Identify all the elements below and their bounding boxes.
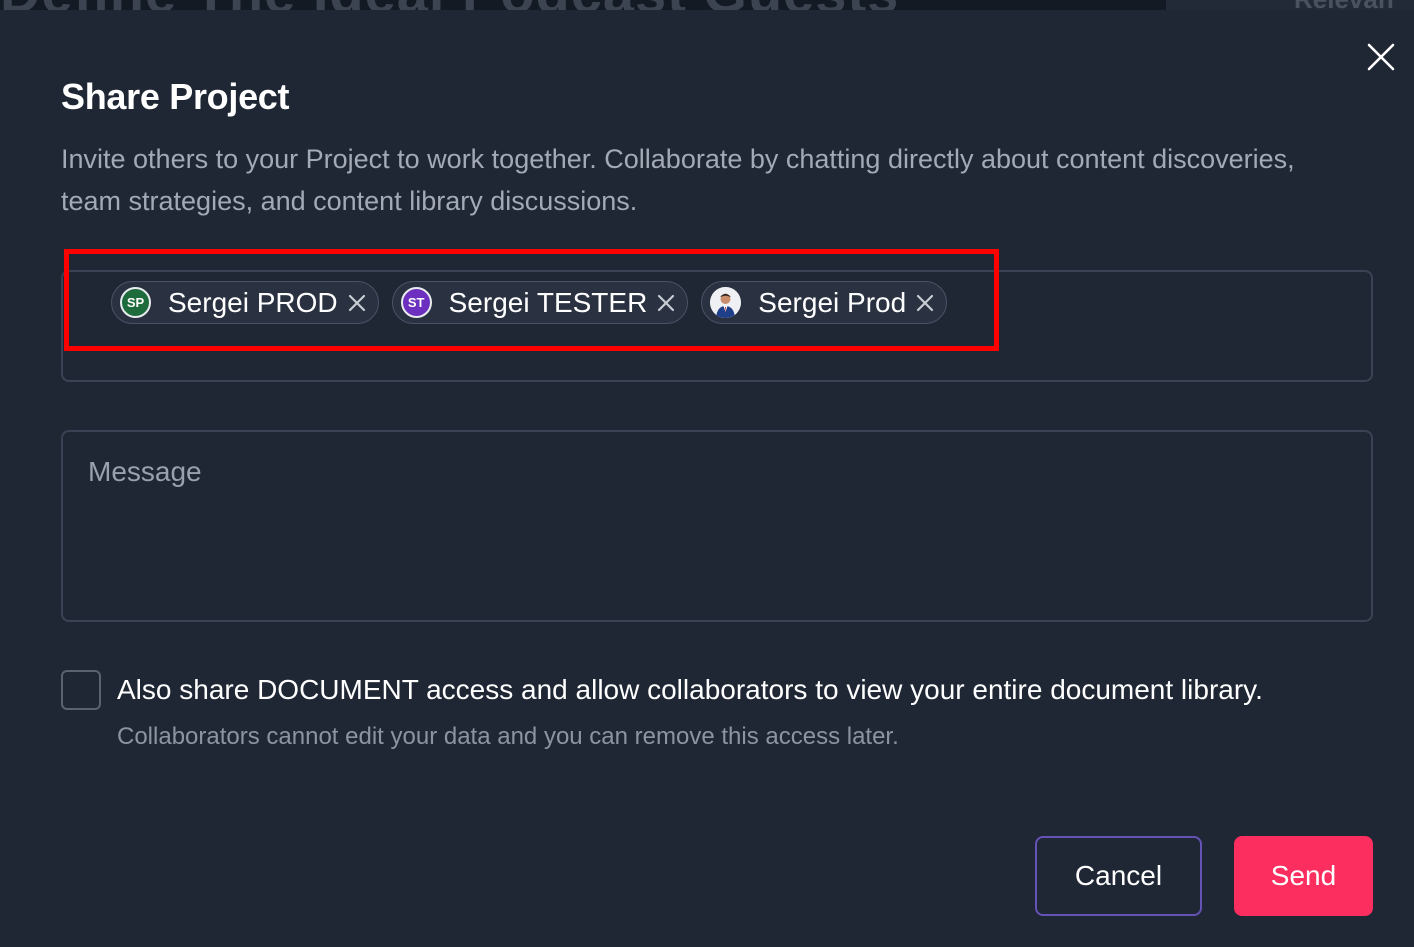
recipient-chips: SP Sergei PROD ST Sergei TESTER Sergei P… (111, 281, 948, 324)
recipient-chip: ST Sergei TESTER (391, 281, 689, 324)
recipient-chip: SP Sergei PROD (111, 281, 379, 324)
document-access-help: Collaborators cannot edit your data and … (117, 723, 899, 750)
close-button[interactable] (1364, 40, 1398, 74)
dialog-description: Invite others to your Project to work to… (61, 144, 1295, 216)
recipient-chip: Sergei Prod (701, 281, 948, 324)
message-input[interactable] (61, 430, 1373, 622)
person-photo-icon (710, 287, 742, 318)
dialog-title: Share Project (61, 76, 290, 117)
close-icon (917, 294, 934, 311)
avatar-photo (710, 287, 742, 318)
backdrop-page-title: Define The Ideal Podcast Guests (0, 0, 899, 10)
cancel-button[interactable]: Cancel (1035, 836, 1202, 916)
close-icon (348, 294, 365, 311)
remove-recipient-button[interactable] (346, 292, 368, 314)
remove-recipient-button[interactable] (914, 292, 936, 314)
close-icon (1367, 43, 1395, 71)
document-access-label: Also share DOCUMENT access and allow col… (117, 674, 1263, 705)
remove-recipient-button[interactable] (655, 292, 677, 314)
document-access-checkbox[interactable] (61, 670, 101, 710)
backdrop-header: Define The Ideal Podcast Guests Relevan (0, 0, 1414, 10)
recipient-name: Sergei TESTER (448, 286, 648, 318)
avatar: ST (400, 287, 432, 318)
recipient-name: Sergei PROD (168, 286, 338, 318)
backdrop-right-label: Relevan (1294, 0, 1394, 10)
recipient-name: Sergei Prod (758, 286, 907, 318)
avatar: SP (120, 287, 151, 318)
send-button[interactable]: Send (1234, 836, 1373, 916)
share-project-dialog: Share Project Invite others to your Proj… (0, 10, 1414, 947)
close-icon (658, 294, 675, 311)
